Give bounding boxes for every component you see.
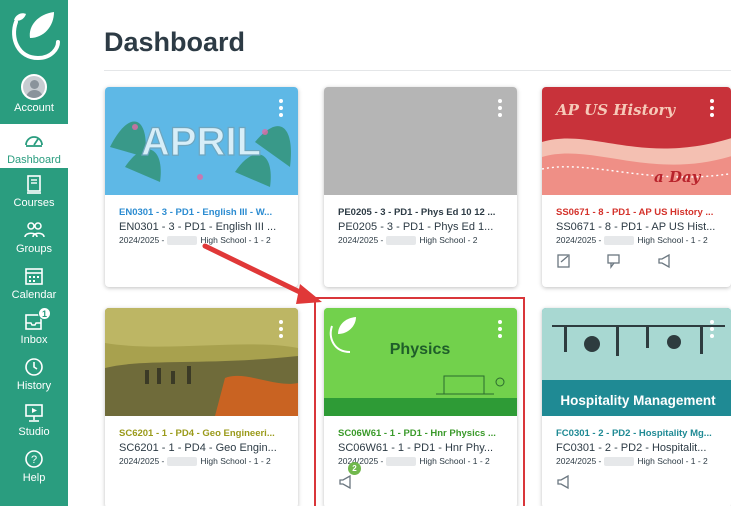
annotation-arrow (202, 243, 322, 304)
